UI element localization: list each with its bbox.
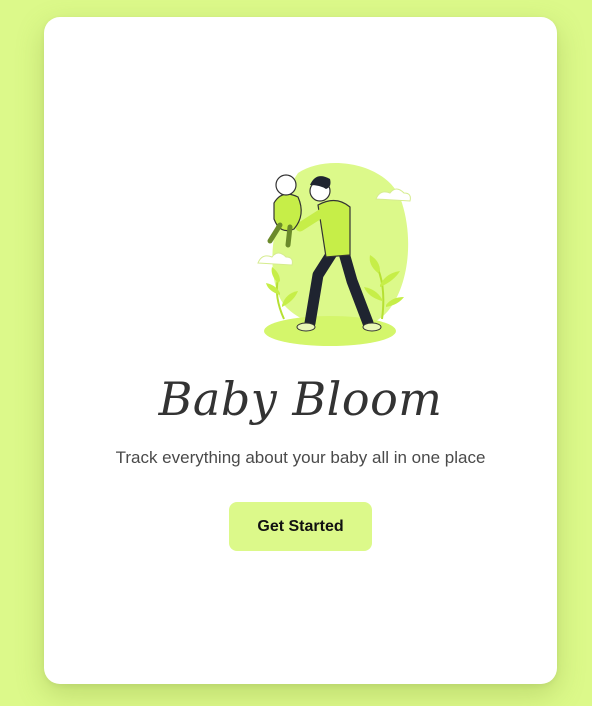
welcome-card: Baby Bloom Track everything about your b… (44, 17, 557, 684)
app-tagline: Track everything about your baby all in … (115, 448, 486, 467)
parent-holding-baby-illustration (240, 155, 430, 355)
get-started-button[interactable]: Get Started (229, 502, 372, 551)
app-title: Baby Bloom (158, 372, 443, 426)
